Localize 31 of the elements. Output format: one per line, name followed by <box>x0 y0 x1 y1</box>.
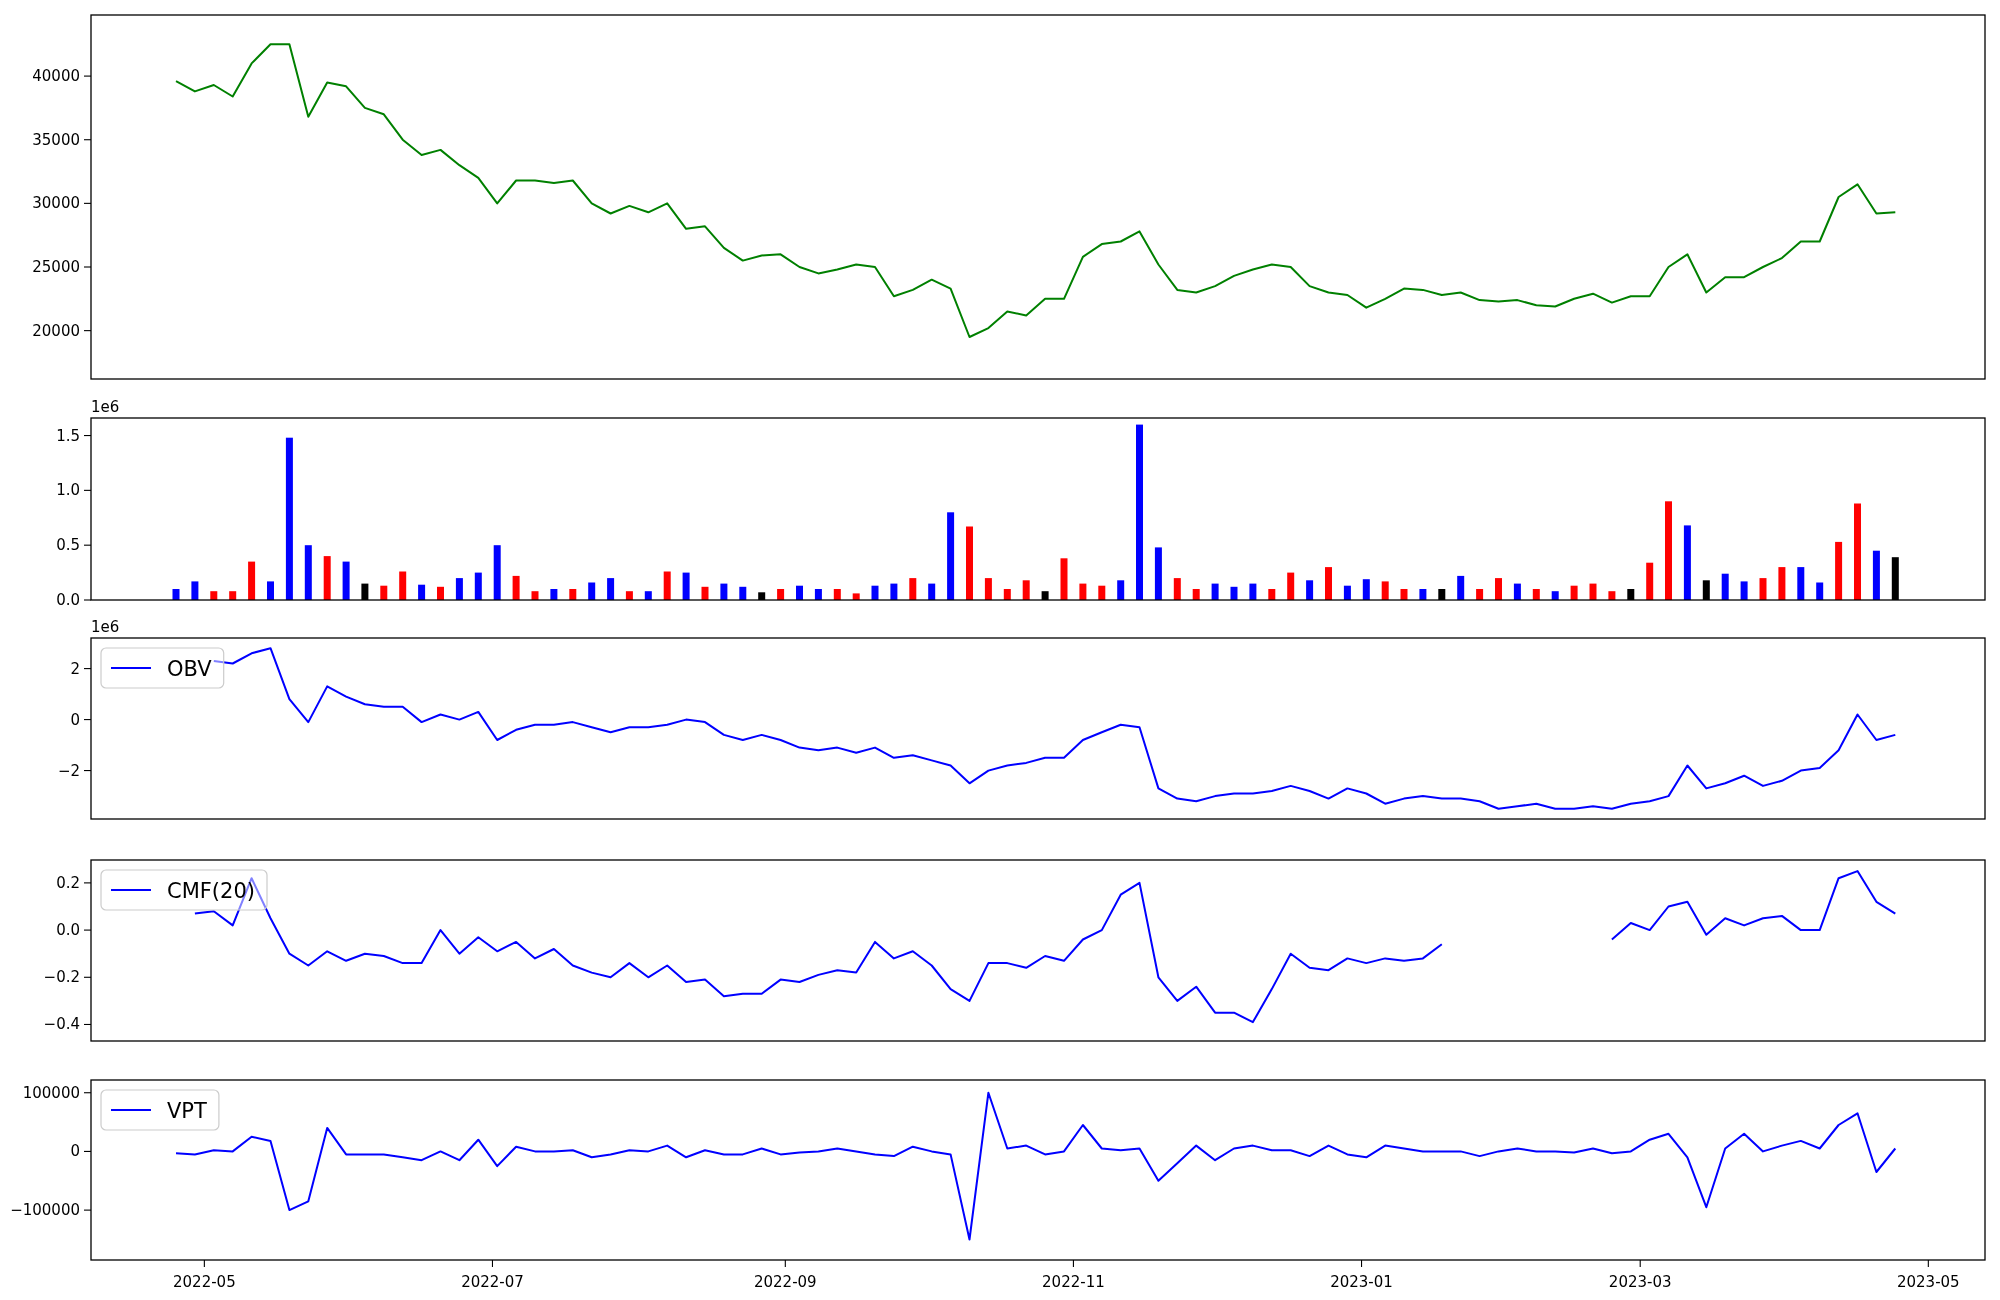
tick-label: 2022-11 <box>1042 1273 1105 1291</box>
tick-label: 2023-01 <box>1330 1273 1393 1291</box>
tick-label: −2 <box>57 761 80 780</box>
tick-label: 0.0 <box>56 591 80 605</box>
tick-label: −0.4 <box>43 1015 80 1034</box>
tick-label: 0 <box>70 1142 80 1161</box>
tick-label: 2022-09 <box>753 1273 817 1291</box>
tick-label: 1.0 <box>56 481 80 500</box>
axis-multiplier: 1e6 <box>91 398 120 416</box>
tick-label: 2022-07 <box>461 1273 524 1291</box>
tick-label: −100000 <box>10 1201 80 1220</box>
legend-label: VPT <box>167 1099 207 1123</box>
tick-label: 0 <box>70 710 80 729</box>
tick-label: 2023-05 <box>1897 1273 1960 1291</box>
tick-label: 0.2 <box>56 873 80 892</box>
tick-label: 30000 <box>32 194 80 213</box>
tick-label: 20000 <box>32 321 80 340</box>
tick-label: 0.0 <box>56 921 80 940</box>
legend-label: OBV <box>167 657 212 681</box>
tick-label: 0.5 <box>56 536 80 555</box>
tick-label: 25000 <box>32 258 80 276</box>
tick-label: 2 <box>70 659 80 678</box>
tick-label: 1.5 <box>56 426 80 445</box>
axis-multiplier: 1e6 <box>91 618 120 636</box>
tick-label: 2022-05 <box>173 1273 236 1291</box>
legend-label: CMF(20) <box>167 879 255 903</box>
tick-label: −0.2 <box>43 968 80 987</box>
tick-label: 100000 <box>22 1083 80 1102</box>
tick-label: 40000 <box>32 67 80 86</box>
tick-label: 2023-03 <box>1608 1273 1672 1291</box>
tick-label: 35000 <box>32 130 80 149</box>
